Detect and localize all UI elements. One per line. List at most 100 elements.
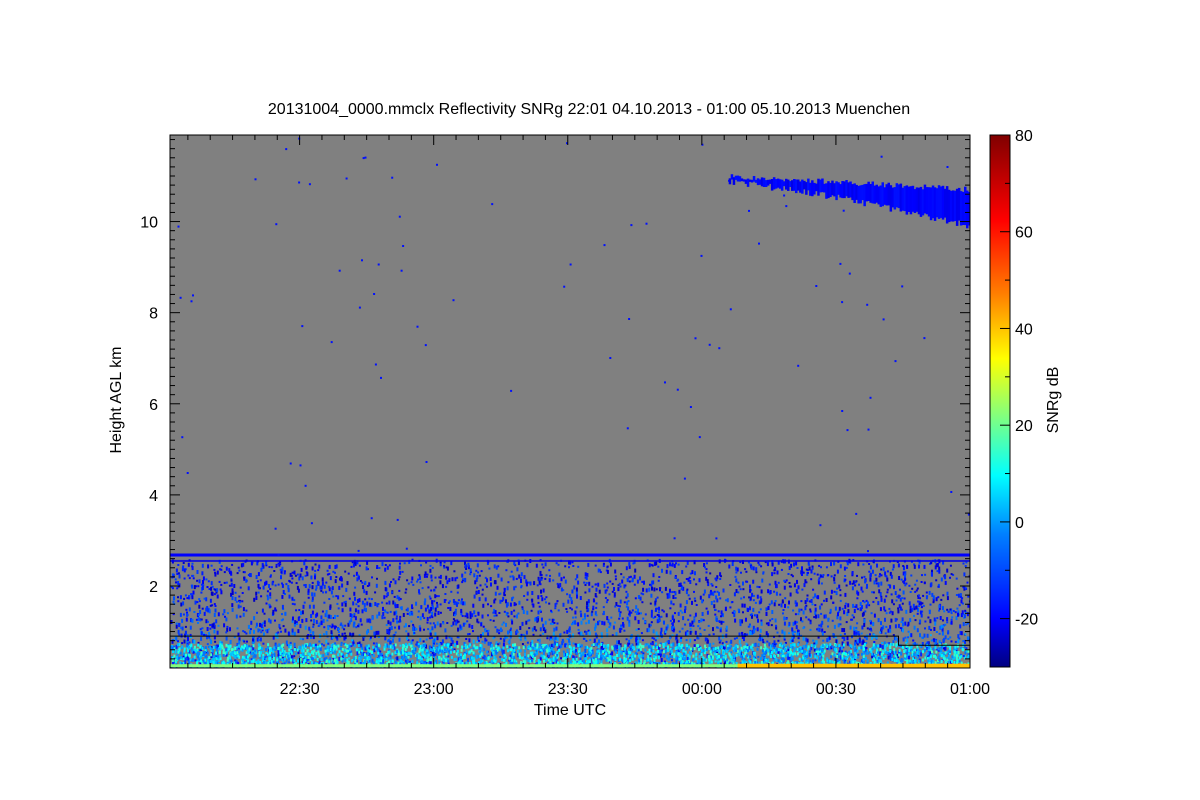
noise-pixel [894,636,897,641]
noise-pixel [579,596,582,600]
noise-pixel [666,594,669,599]
noise-pixel [177,564,180,566]
low-level-echo-pixel [460,653,462,657]
noise-pixel [411,604,413,609]
noise-pixel [184,568,187,571]
noise-pixel [231,563,234,566]
noise-pixel [946,621,949,624]
noise-pixel [693,597,696,600]
noise-pixel [677,611,680,616]
noise-pixel [553,621,556,624]
noise-pixel [548,618,551,621]
low-level-echo-pixel [631,657,634,661]
low-level-echo-pixel [556,643,558,647]
noise-pixel [838,650,841,653]
noise-pixel [755,567,758,572]
noise-pixel [175,581,177,584]
noise-pixel [407,582,410,585]
noise-pixel [655,642,657,645]
noise-pixel [856,597,859,600]
noise-pixel [776,570,779,575]
noise-pixel [687,577,690,582]
noise-pixel [706,579,709,584]
noise-pixel [191,595,194,600]
noise-pixel [614,575,617,578]
noise-pixel [837,623,840,628]
noise-pixel [323,626,326,629]
noise-pixel [606,616,609,621]
noise-pixel [335,576,338,578]
noise-pixel [334,614,336,619]
noise-pixel [420,564,422,567]
noise-pixel [600,632,603,635]
noise-pixel [331,625,334,628]
noise-pixel [399,644,402,647]
noise-pixel [843,628,846,633]
noise-pixel [782,609,785,611]
noise-pixel [209,604,212,607]
noise-pixel [685,590,688,595]
noise-pixel [923,581,926,584]
noise-pixel [775,624,777,627]
noise-pixel [890,618,893,623]
noise-pixel [879,573,881,576]
noise-pixel [342,595,345,598]
noise-pixel [620,628,623,630]
noise-pixel [198,600,201,603]
noise-pixel [898,576,901,580]
noise-pixel [863,601,866,604]
noise-pixel [259,637,262,642]
noise-pixel [964,587,967,590]
noise-pixel [206,620,209,623]
noise-pixel [749,606,751,611]
noise-pixel [735,571,738,574]
noise-pixel [257,638,260,641]
noise-pixel [459,628,462,631]
noise-pixel [543,598,546,601]
noise-pixel [718,620,721,623]
noise-pixel [698,621,701,623]
low-level-echo-pixel [262,660,265,664]
noise-pixel [783,616,786,621]
noise-pixel [618,605,621,608]
noise-pixel [768,583,771,586]
noise-pixel [635,636,638,641]
noise-pixel [679,603,682,608]
noise-pixel [621,617,624,620]
noise-pixel [431,600,434,605]
noise-pixel [249,630,252,635]
noise-pixel [752,566,755,571]
noise-pixel [773,602,776,607]
noise-pixel [802,627,805,630]
noise-pixel [499,637,502,640]
noise-pixel [875,577,878,582]
noise-pixel [175,622,178,625]
noise-pixel [482,632,484,637]
noise-pixel [348,620,351,625]
noise-pixel [801,570,804,573]
noise-pixel [899,627,902,630]
noise-pixel [439,611,442,614]
noise-pixel [700,618,703,623]
noise-pixel [398,576,401,579]
noise-pixel [450,624,453,627]
noise-pixel [820,623,823,628]
noise-pixel [905,609,908,614]
noise-pixel [839,616,842,621]
noise-pixel [853,609,856,613]
noise-pixel [272,613,275,616]
noise-pixel [710,583,713,585]
noise-pixel [618,582,621,585]
noise-pixel [223,571,226,574]
noise-pixel [261,627,264,630]
noise-pixel [262,585,265,590]
noise-pixel [389,621,392,626]
noise-pixel [791,575,794,578]
noise-pixel [466,620,469,623]
low-level-echo-pixel [761,649,764,653]
noise-pixel [845,584,848,587]
noise-pixel [929,634,932,637]
noise-pixel [951,616,954,619]
low-level-echo-pixel [338,650,341,654]
noise-pixel [801,588,804,591]
